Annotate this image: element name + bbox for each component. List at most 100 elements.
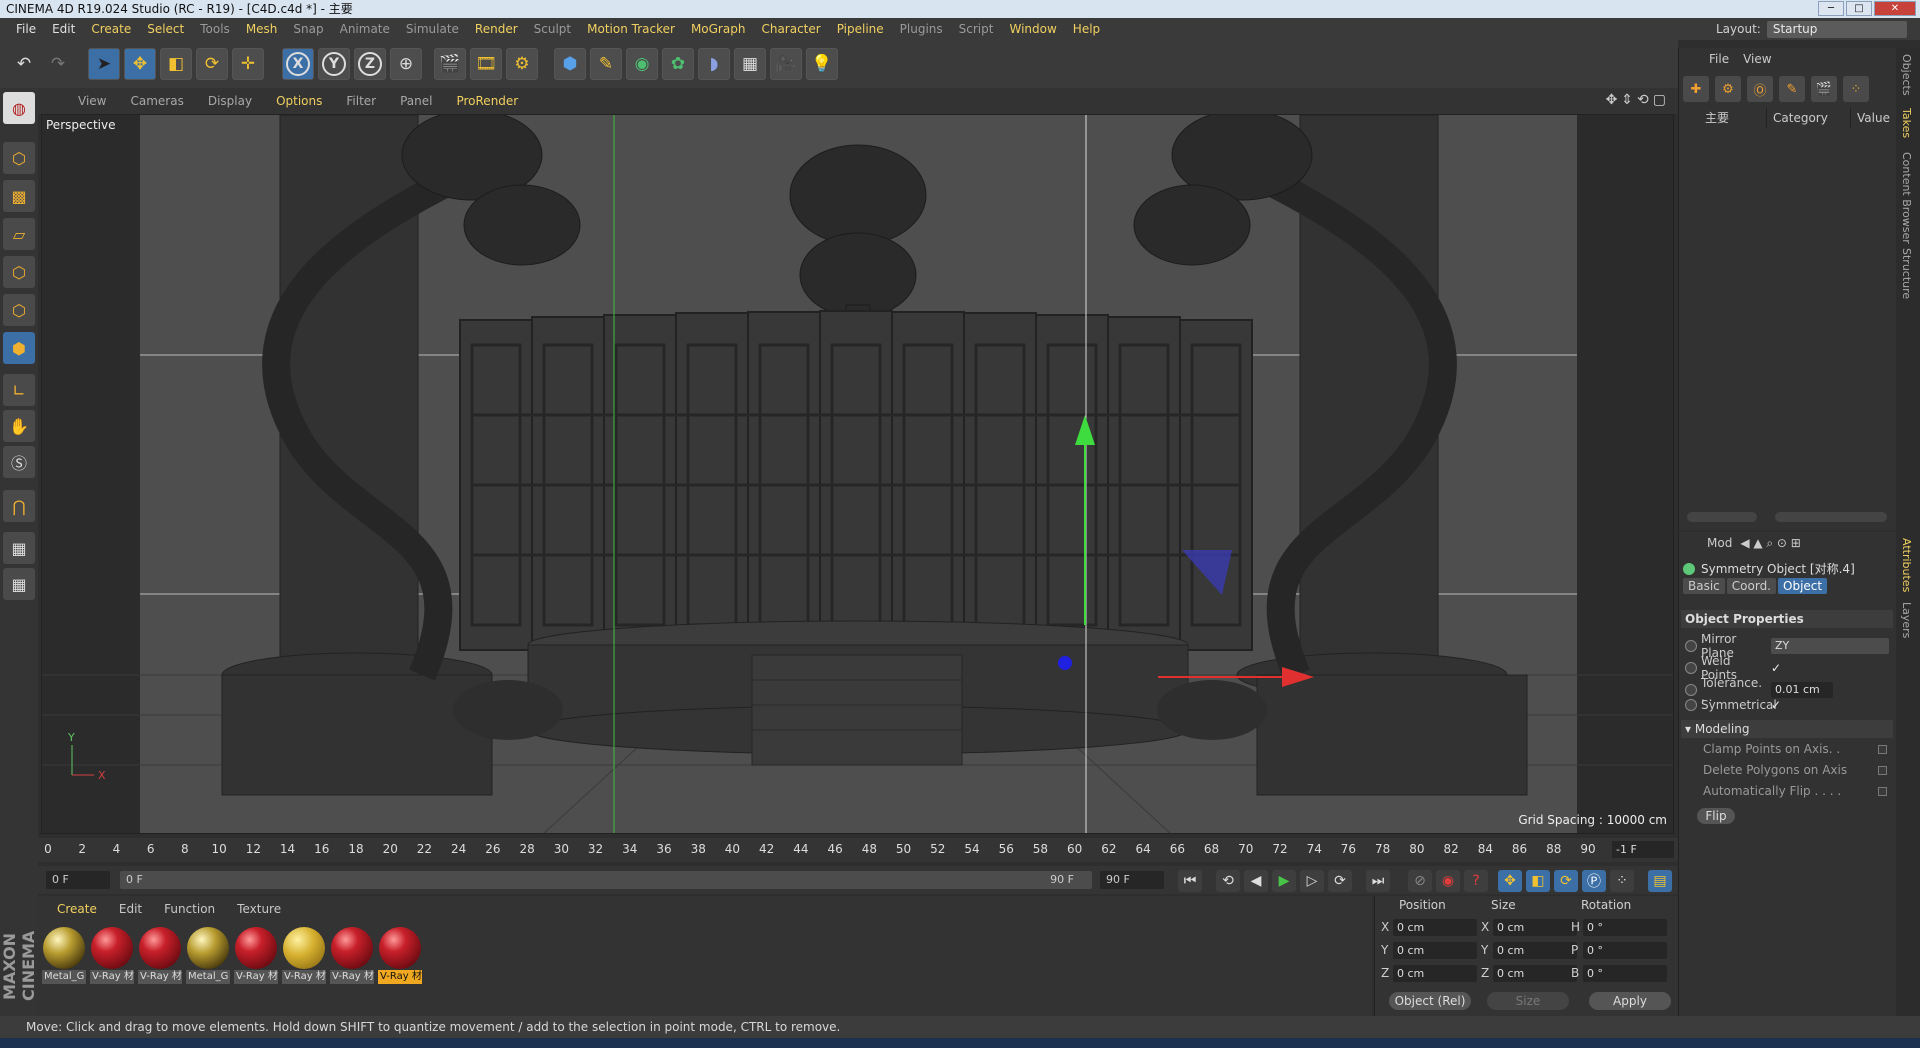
menu-snap[interactable]: Snap — [285, 22, 331, 36]
material-swatch[interactable]: V-Ray 材 — [234, 926, 278, 988]
timeline-window-icon[interactable]: ▤ — [1648, 870, 1672, 892]
mirror-plane-anim-icon[interactable] — [1685, 640, 1697, 652]
cloner-icon[interactable]: ✿ — [662, 48, 694, 80]
rotate-tool-icon[interactable]: ⟳ — [196, 48, 228, 80]
menu-select[interactable]: Select — [139, 22, 192, 36]
size-z-field[interactable]: 0 cm — [1493, 965, 1577, 982]
objects-scrollbar-right[interactable] — [1775, 512, 1887, 522]
viewport-menu-panel[interactable]: Panel — [388, 94, 444, 108]
menu-plugins[interactable]: Plugins — [892, 22, 951, 36]
render-picture-viewer-icon[interactable]: 🎞 — [470, 48, 502, 80]
perspective-viewport[interactable]: Y X Perspective Grid Spacing : 10000 cm — [41, 114, 1674, 834]
undo-icon[interactable]: ↶ — [8, 48, 40, 80]
record-disabled-icon[interactable]: ⊘ — [1408, 870, 1432, 892]
material-swatch[interactable]: V-Ray 材 — [330, 926, 374, 988]
menu-simulate[interactable]: Simulate — [398, 22, 467, 36]
modeling-group[interactable]: ▾ Modeling — [1681, 720, 1893, 738]
menu-sculpt[interactable]: Sculpt — [526, 22, 579, 36]
workplane-mode-icon[interactable]: ▱ — [3, 218, 35, 250]
material-swatch[interactable]: V-Ray 材 — [138, 926, 182, 988]
menu-help[interactable]: Help — [1065, 22, 1108, 36]
menu-script[interactable]: Script — [951, 22, 1002, 36]
record-active-icon[interactable]: ◉ — [1436, 870, 1460, 892]
viewport-menu-view[interactable]: View — [66, 94, 118, 108]
symmetrical-checkbox[interactable]: ✓ — [1771, 699, 1783, 711]
viewport-menu-display[interactable]: Display — [196, 94, 264, 108]
current-frame-field[interactable]: -1 F — [1612, 841, 1674, 858]
subdivision-icon[interactable]: ◉ — [626, 48, 658, 80]
material-menu-edit[interactable]: Edit — [108, 902, 153, 916]
snapping-icon[interactable]: ⋂ — [3, 490, 35, 522]
mirror-plane-select[interactable]: ZY — [1771, 638, 1889, 654]
camera-icon[interactable]: 🎥 — [770, 48, 802, 80]
range-slider[interactable]: 0 F 90 F — [120, 871, 1092, 889]
texture-mode-icon[interactable]: ▩ — [3, 180, 35, 212]
autokey-icon[interactable]: ? — [1464, 870, 1488, 892]
material-swatch[interactable]: Metal_G — [42, 926, 86, 988]
position-y-field[interactable]: 0 cm — [1393, 942, 1477, 959]
cube-icon[interactable]: ⬢ — [554, 48, 586, 80]
side-tab-structure[interactable]: Structure — [1900, 248, 1913, 299]
weld-points-anim-icon[interactable] — [1685, 662, 1697, 674]
size-y-field[interactable]: 0 cm — [1493, 942, 1577, 959]
points-mode-icon[interactable]: ⬡ — [3, 256, 35, 288]
floor-icon[interactable]: ▦ — [734, 48, 766, 80]
key-rotation-icon[interactable]: ⟳ — [1554, 870, 1578, 892]
position-z-field[interactable]: 0 cm — [1393, 965, 1477, 982]
close-button[interactable]: ✕ — [1874, 1, 1916, 16]
y-axis-lock-icon[interactable]: Y — [318, 48, 350, 80]
rotation-h-field[interactable]: 0 ° — [1583, 919, 1667, 936]
attributes-menu-mode[interactable]: Mod — [1707, 536, 1732, 550]
menu-file[interactable]: File — [8, 22, 44, 36]
delete-polygons-checkbox[interactable] — [1878, 765, 1887, 775]
previous-key-icon[interactable]: ⟲ — [1216, 870, 1240, 892]
tweak-mode-icon[interactable]: ✋ — [3, 410, 35, 442]
menu-edit[interactable]: Edit — [44, 22, 83, 36]
next-key-icon[interactable]: ⟳ — [1328, 870, 1352, 892]
objects-tag-icon[interactable]: ⚙ — [1715, 76, 1741, 102]
render-settings-icon[interactable]: ⚙ — [506, 48, 538, 80]
next-frame-icon[interactable]: ▷ — [1300, 870, 1324, 892]
flip-button[interactable]: Flip — [1697, 808, 1735, 824]
material-menu-function[interactable]: Function — [153, 902, 226, 916]
redo-icon[interactable]: ↷ — [42, 48, 74, 80]
auto-flip-checkbox[interactable] — [1878, 786, 1887, 796]
tolerance-anim-icon[interactable] — [1685, 684, 1697, 696]
timeline-ruler[interactable]: 0 2 4 6 8 10 12 14 16 18 20 22 24 26 28 30 32 34 36 38 40 42 4… — [38, 838, 1678, 862]
key-scale-icon[interactable]: ◧ — [1526, 870, 1550, 892]
move-tool-icon[interactable]: ✥ — [124, 48, 156, 80]
menu-animate[interactable]: Animate — [332, 22, 398, 36]
scale-tool-icon[interactable]: ◧ — [160, 48, 192, 80]
menu-motion-tracker[interactable]: Motion Tracker — [579, 22, 683, 36]
edges-mode-icon[interactable]: ⬡ — [3, 294, 35, 326]
side-tab-content-browser[interactable]: Content Browser — [1900, 152, 1913, 244]
make-editable-icon[interactable]: ◍ — [3, 92, 35, 124]
side-tab-layers[interactable]: Layers — [1900, 602, 1913, 638]
soft-selection-icon[interactable]: Ⓢ — [3, 446, 35, 478]
pen-spline-icon[interactable]: ✎ — [590, 48, 622, 80]
tab-basic[interactable]: Basic — [1683, 578, 1725, 594]
key-parameter-icon[interactable]: Ⓟ — [1582, 870, 1606, 892]
side-tab-objects[interactable]: Objects — [1900, 54, 1913, 96]
apply-button[interactable]: Apply — [1589, 992, 1671, 1010]
polygons-mode-icon[interactable]: ⬢ — [3, 332, 35, 364]
weld-points-checkbox[interactable]: ✓ — [1771, 662, 1783, 674]
x-axis-lock-icon[interactable]: X — [282, 48, 314, 80]
objects-scrollbar-left[interactable] — [1687, 512, 1757, 522]
select-arrow-icon[interactable]: ➤ — [88, 48, 120, 80]
play-forward-icon[interactable]: ▶ — [1272, 870, 1296, 892]
z-axis-lock-icon[interactable]: Z — [354, 48, 386, 80]
attributes-nav-icons[interactable]: ◀ ▲ ⌕ ⊙ ⊞ — [1740, 536, 1801, 551]
objects-filter-icon[interactable]: ✚ — [1683, 76, 1709, 102]
viewport-menu-cameras[interactable]: Cameras — [118, 94, 195, 108]
material-menu-create[interactable]: Create — [46, 902, 108, 916]
menu-character[interactable]: Character — [753, 22, 828, 36]
deformer-icon[interactable]: ◗ — [698, 48, 730, 80]
position-x-field[interactable]: 0 cm — [1393, 919, 1477, 936]
objects-structure-icon[interactable]: ⁘ — [1843, 76, 1869, 102]
model-mode-icon[interactable]: ⬡ — [3, 142, 35, 174]
tab-coord[interactable]: Coord. — [1726, 578, 1776, 594]
minimize-button[interactable]: ─ — [1818, 1, 1844, 16]
live-selection-icon[interactable]: ✛ — [232, 48, 264, 80]
world-coords-icon[interactable]: ⊕ — [390, 48, 422, 80]
